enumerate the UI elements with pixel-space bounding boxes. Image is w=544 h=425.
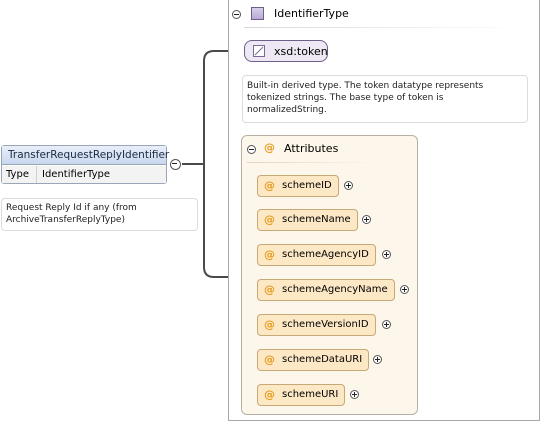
simple-type-icon [253,45,265,57]
attribute-scheme-agency-id[interactable]: @ schemeAgencyID [257,244,376,266]
attribute-name: schemeID [282,180,332,191]
element-type-row: Type IdentifierType [2,166,166,183]
type-header: IdentifierType [228,0,540,28]
element-doc-text: Request Reply Id if any (from ArchiveTra… [6,203,137,225]
base-type-name: xsd:token [274,45,328,58]
element-documentation: Request Reply Id if any (from ArchiveTra… [1,198,198,231]
type-header-divider [244,27,526,28]
complex-type-icon [251,7,264,20]
attribute-scheme-version-id[interactable]: @ schemeVersionID [257,314,376,336]
attribute-name: schemeVersionID [282,319,369,330]
attribute-scheme-uri[interactable]: @ schemeURI [257,384,346,406]
attribute-scheme-uri-expand-button[interactable] [350,390,359,399]
element-type-value: IdentifierType [42,169,111,180]
element-name: TransferRequestReplyIdentifier [2,146,169,165]
attributes-title: Attributes [284,142,339,155]
base-type-documentation: Built-in derived type. The token datatyp… [242,75,528,123]
element-collapse-button[interactable] [170,159,181,170]
attribute-scheme-id-expand-button[interactable] [344,181,353,190]
attribute-name: schemeAgencyID [282,249,369,260]
element-box[interactable]: TransferRequestReplyIdentifier Type Iden… [1,145,169,184]
attribute-scheme-id[interactable]: @ schemeID [257,175,339,197]
element-type-label: Type [6,169,29,180]
attribute-icon: @ [264,213,275,226]
attribute-icon: @ [264,283,275,296]
attribute-icon: @ [264,388,275,401]
attribute-name: schemeURI [282,389,339,400]
attribute-scheme-agency-name[interactable]: @ schemeAgencyName [257,279,395,301]
attribute-scheme-agency-name-expand-button[interactable] [400,285,409,294]
attribute-name: schemeName [282,214,351,225]
attribute-scheme-data-uri[interactable]: @ schemeDataURI [257,349,370,371]
attribute-name: schemeAgencyName [282,284,388,295]
attribute-scheme-name-expand-button[interactable] [362,215,371,224]
attributes-at-icon: @ [264,141,275,154]
attribute-scheme-data-uri-expand-button[interactable] [373,355,382,364]
attribute-icon: @ [264,353,275,366]
attribute-icon: @ [264,248,275,261]
attribute-scheme-version-id-expand-button[interactable] [382,320,391,329]
attribute-icon: @ [264,179,275,192]
attribute-icon: @ [264,318,275,331]
attributes-header-divider [247,162,377,163]
attribute-scheme-name[interactable]: @ schemeName [257,209,358,231]
type-collapse-button[interactable] [232,10,241,19]
attribute-scheme-agency-id-expand-button[interactable] [382,250,391,259]
base-type-box[interactable]: xsd:token [244,40,328,62]
base-type-doc-text: Built-in derived type. The token datatyp… [247,81,484,115]
element-type-separator [36,166,37,183]
attribute-name: schemeDataURI [282,354,363,365]
attributes-collapse-button[interactable] [247,145,256,154]
type-title: IdentifierType [274,7,349,20]
